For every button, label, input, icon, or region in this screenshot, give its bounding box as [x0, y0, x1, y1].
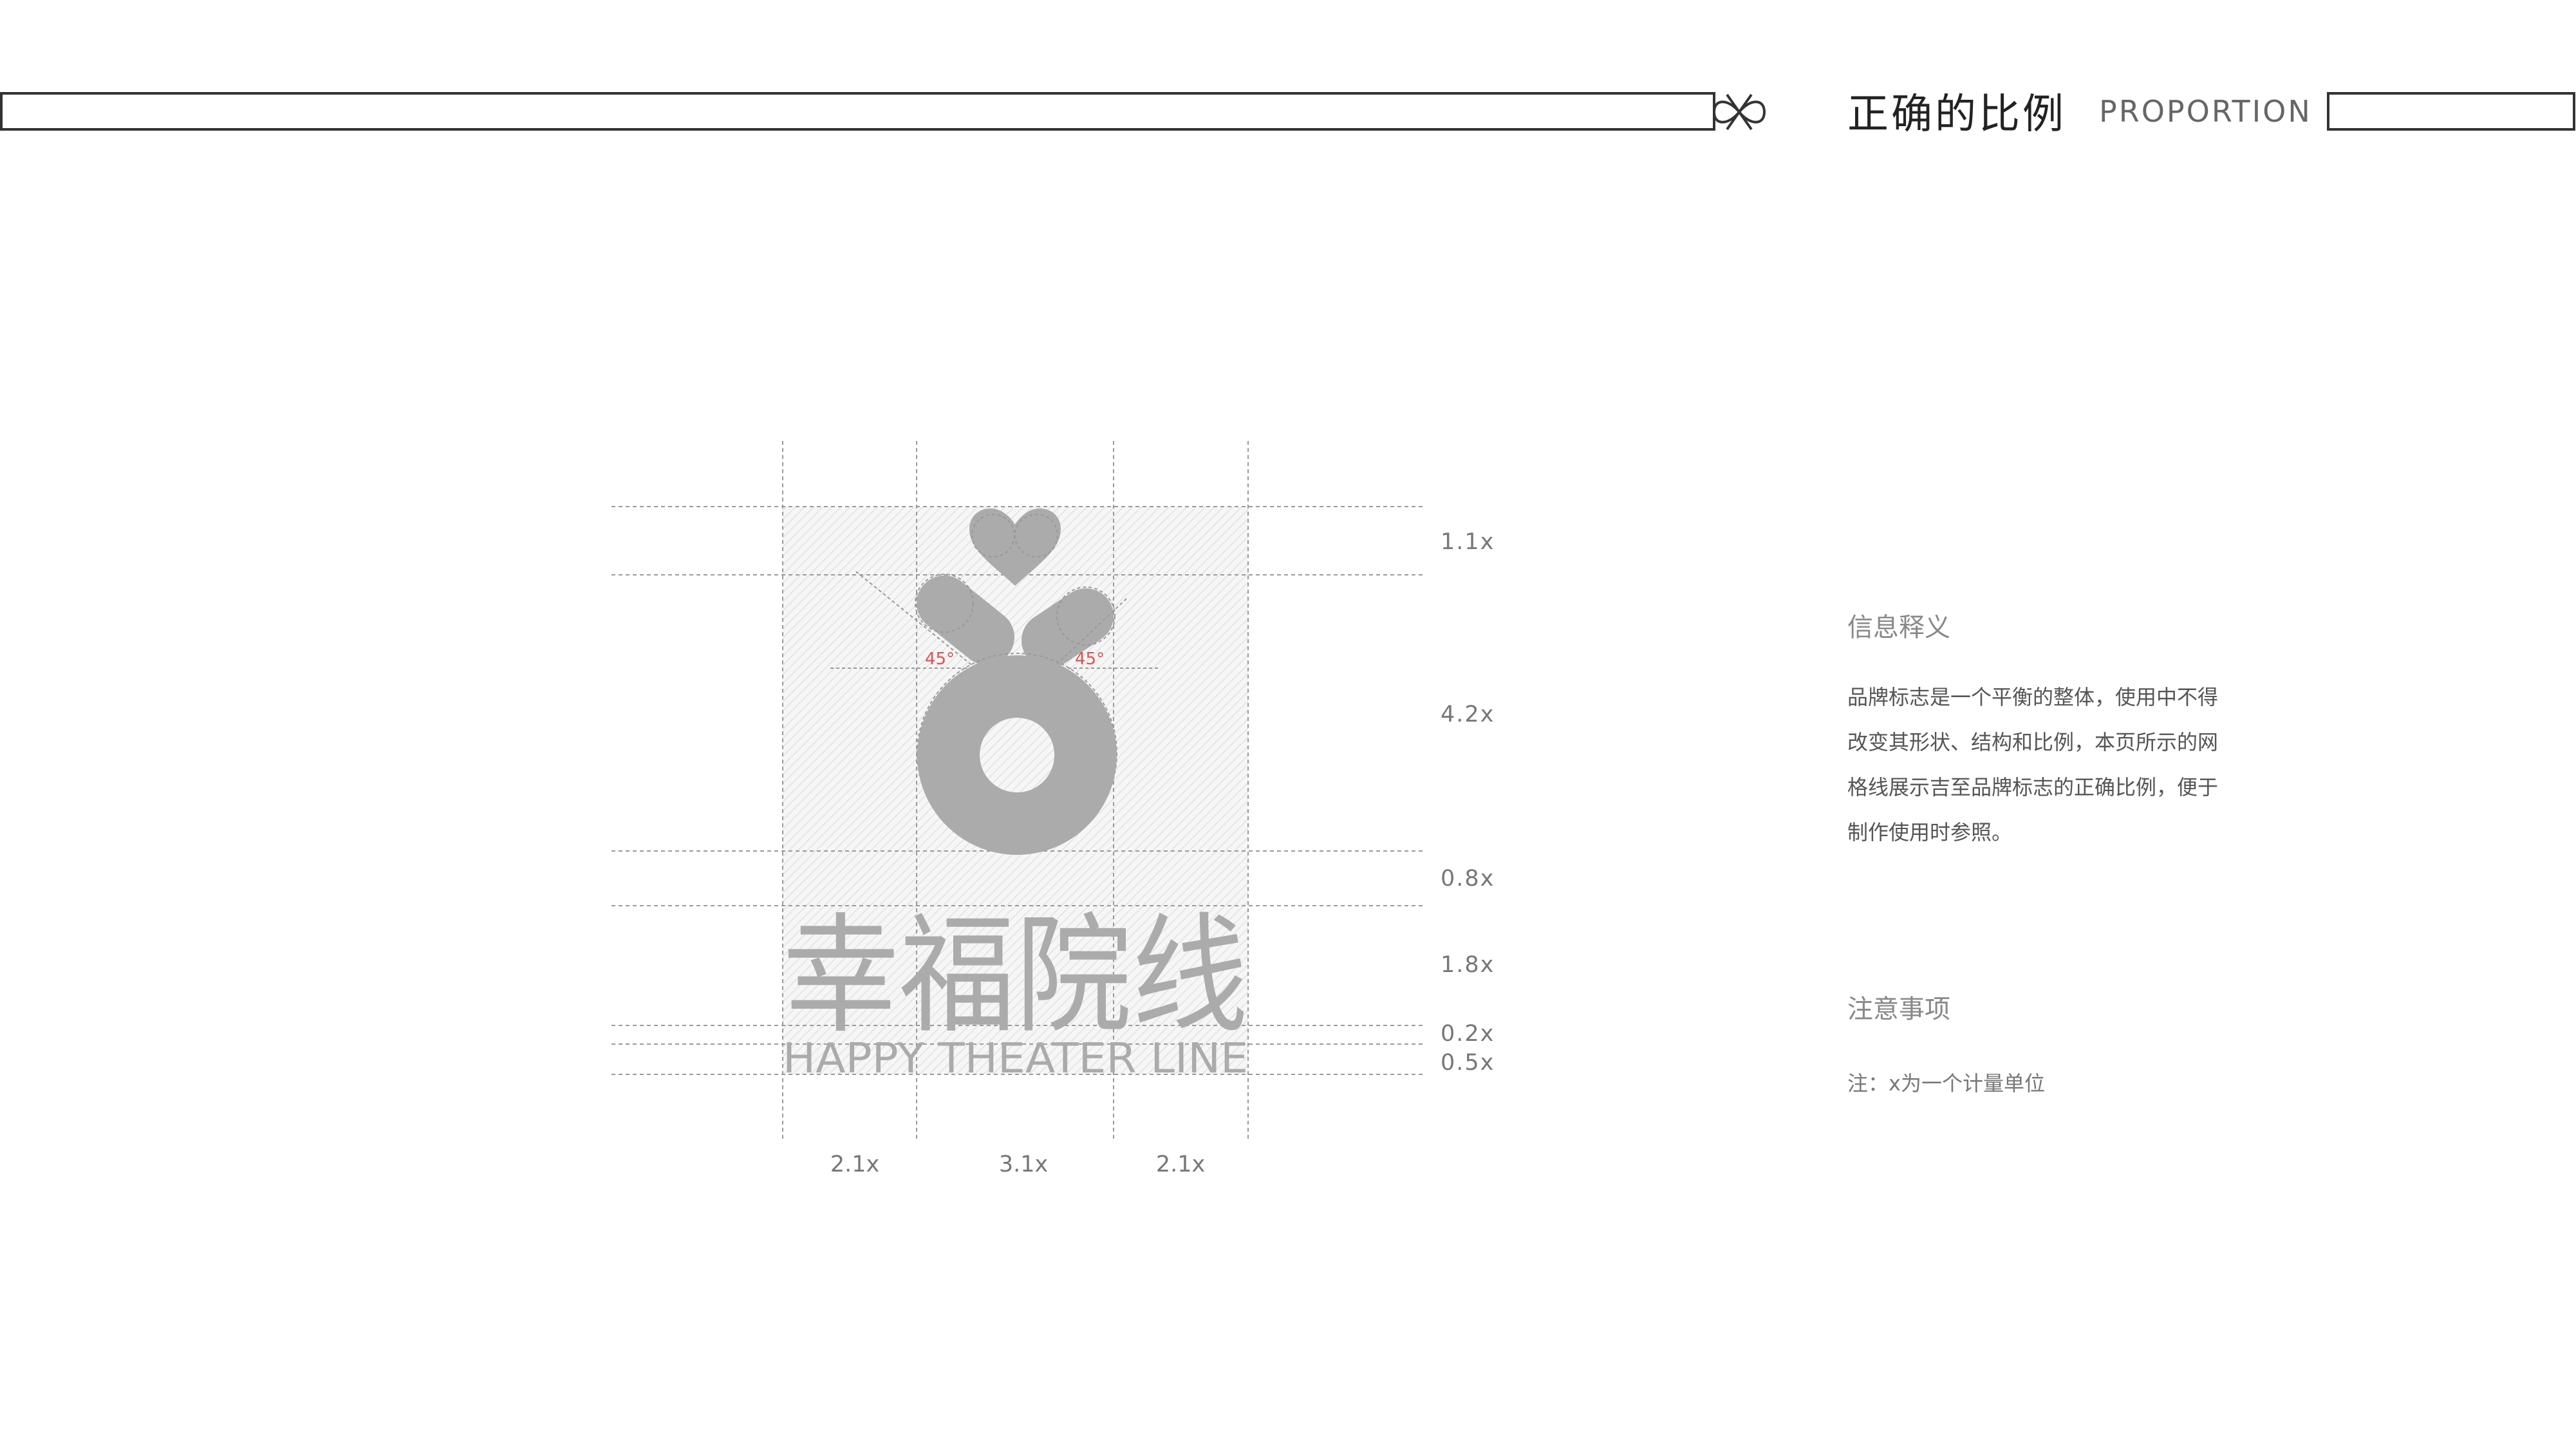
double-heart-ornament-icon [1712, 93, 1766, 131]
info-line: 品牌标志是一个平衡的整体，使用中不得 [1847, 685, 2219, 709]
info-body: 品牌标志是一个平衡的整体，使用中不得 改变其形状、结构和比例，本页所示的网 格线… [1847, 675, 2218, 855]
dim-right-1: 1.1x [1441, 529, 1495, 555]
info-line: 制作使用时参照。 [1847, 820, 2013, 845]
logo-name-cn: 幸福院线 [783, 901, 1248, 1051]
dim-bottom-3: 2.1x [1156, 1152, 1205, 1177]
info-line: 改变其形状、结构和比例，本页所示的网 [1847, 730, 2219, 754]
header-bar-left [0, 92, 1715, 131]
dim-right-3: 0.8x [1441, 866, 1495, 892]
dim-right-5: 0.2x [1441, 1021, 1495, 1047]
dim-right-6: 0.5x [1441, 1050, 1495, 1076]
notice-text: 注：x为一个计量单位 [1847, 1071, 2045, 1096]
dim-right-4: 1.8x [1441, 952, 1495, 978]
page-subtitle: PROPORTION [2099, 94, 2312, 129]
angle-label-right: 45° [1075, 650, 1105, 669]
logo-name-en: HAPPY THEATER LINE [783, 1035, 1248, 1083]
info-line: 格线展示吉至品牌标志的正确比例，便于 [1847, 775, 2219, 799]
dim-bottom-2: 3.1x [999, 1152, 1048, 1177]
notice-heading: 注意事项 [1847, 995, 1950, 1024]
dim-right-2: 4.2x [1441, 702, 1495, 727]
page-title: 正确的比例 [1847, 91, 2066, 138]
logo-grid-diagram: 45° 45° 幸福院线 HAPPY THEATER LINE 1.1x 4.2… [611, 441, 1495, 1177]
angle-label-left: 45° [925, 650, 955, 669]
header-bar-right [2327, 92, 2575, 131]
info-heading: 信息释义 [1847, 613, 1950, 642]
dim-bottom-1: 2.1x [830, 1152, 879, 1177]
